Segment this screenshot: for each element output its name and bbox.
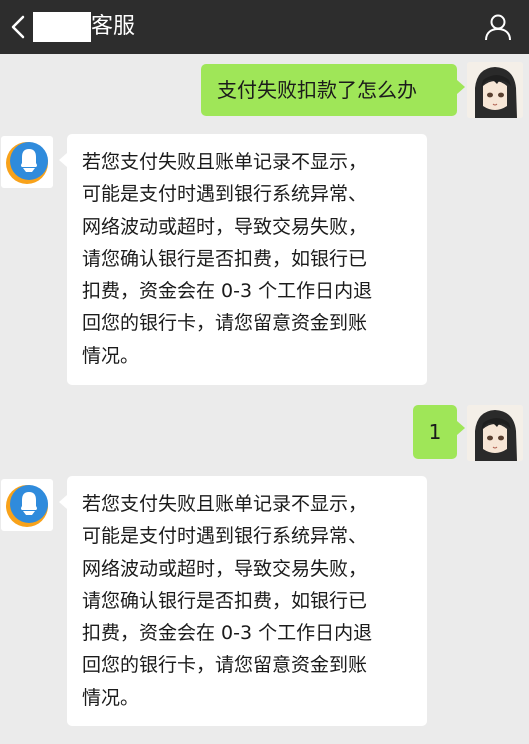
message-line: 网络波动或超时，导致交易失败， xyxy=(82,557,368,580)
message-line: 可能是支付时遇到银行系统异常、 xyxy=(82,525,368,548)
message-line: 请您确认银行是否扣费，如银行已 xyxy=(82,589,368,612)
outgoing-message[interactable]: 支付失败扣款了怎么办 xyxy=(201,64,465,116)
chat-header: 客服 xyxy=(0,0,529,54)
white-overlay-block xyxy=(380,688,406,722)
user-avatar[interactable] xyxy=(467,405,523,461)
message-line: 回您的银行卡，请您留意资金到账 xyxy=(82,312,368,335)
chat-title: 客服 xyxy=(91,14,136,39)
incoming-message[interactable]: 若您支付失败且账单记录不显示， 可能是支付时遇到银行系统异常、 网络波动或超时，… xyxy=(59,134,427,385)
message-line: 请您确认银行是否扣费，如银行已 xyxy=(82,247,368,270)
profile-icon[interactable] xyxy=(483,12,513,42)
message-text: 1 xyxy=(428,420,442,444)
message-line: 情况。 xyxy=(82,686,140,709)
message-line: 回您的银行卡，请您留意资金到账 xyxy=(82,654,368,677)
message-line: 可能是支付时遇到银行系统异常、 xyxy=(82,183,368,206)
message-text: 支付失败扣款了怎么办 xyxy=(217,78,417,102)
back-arrow-icon[interactable] xyxy=(6,10,32,44)
message-line: 若您支付失败且账单记录不显示， xyxy=(82,493,368,515)
support-avatar[interactable] xyxy=(1,479,53,531)
message-line: 网络波动或超时，导致交易失败， xyxy=(82,215,368,238)
incoming-message[interactable]: 若您支付失败且账单记录不显示， 可能是支付时遇到银行系统异常、 网络波动或超时，… xyxy=(59,476,427,726)
message-line: 情况。 xyxy=(82,344,140,367)
support-avatar[interactable] xyxy=(1,136,53,188)
user-avatar[interactable] xyxy=(467,62,523,118)
outgoing-message[interactable]: 1 xyxy=(413,405,465,459)
message-line: 扣费，资金会在 0-3 个工作日内退 xyxy=(82,622,373,645)
message-line: 若您支付失败且账单记录不显示， xyxy=(82,151,368,173)
redacted-name-block xyxy=(33,12,91,42)
message-line: 扣费，资金会在 0-3 个工作日内退 xyxy=(82,280,373,303)
